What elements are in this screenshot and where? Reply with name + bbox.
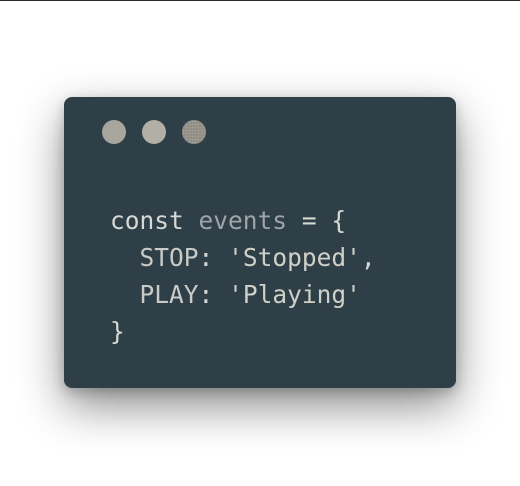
code-line-3: PLAY: 'Playing' [110,280,361,309]
operator-equals: = [301,206,317,235]
identifier-events: events [198,206,288,235]
comma: , [360,243,376,272]
keyword-const: const [110,206,184,235]
window-dot-1-icon [102,120,126,144]
code-window: const events = { STOP: 'Stopped', PLAY: … [64,97,456,388]
window-controls [102,120,222,144]
window-dot-2-icon [142,120,166,144]
key-play: PLAY [139,280,199,309]
colon: : [198,280,214,309]
string-stopped: 'Stopped' [228,243,361,272]
string-playing: 'Playing' [228,280,361,309]
code-line-1: const events = { [110,206,346,235]
window-dot-3-icon [182,120,206,144]
open-brace: { [331,206,347,235]
code-block: const events = { STOP: 'Stopped', PLAY: … [110,202,376,350]
code-line-2: STOP: 'Stopped', [110,243,376,272]
code-line-4: } [110,317,125,346]
colon: : [198,243,214,272]
top-border-line [0,0,520,1]
key-stop: STOP [139,243,199,272]
close-brace: } [110,317,125,346]
